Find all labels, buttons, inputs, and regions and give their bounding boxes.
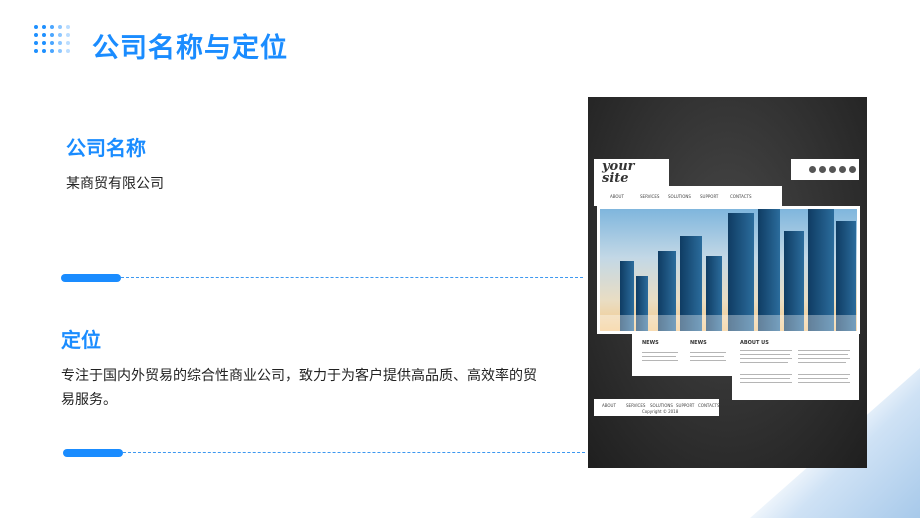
positioning-text: 专注于国内外贸易的综合性商业公司，致力于为客户提供高品质、高效率的贸 易服务。	[61, 364, 561, 412]
mockup-news-section: NEWS NEWS	[632, 334, 738, 376]
positioning-text-line-2: 易服务。	[61, 392, 117, 408]
mockup-hero-image	[597, 206, 860, 334]
positioning-heading: 定位	[61, 328, 101, 352]
positioning-text-line-1: 专注于国内外贸易的综合性商业公司，致力于为客户提供高品质、高效率的贸	[61, 368, 537, 384]
mockup-about-section: ABOUT US	[732, 334, 859, 400]
company-name-value: 某商贸有限公司	[66, 176, 164, 192]
company-name-heading: 公司名称	[66, 136, 146, 160]
website-mockup-image: your site ABOUT SERVICES SOLUTIONS SUPPO…	[588, 97, 867, 468]
mockup-footer-item: SERVICES	[626, 403, 646, 408]
mockup-footer-item: ABOUT	[602, 403, 616, 408]
mockup-footer: ABOUT SERVICES SOLUTIONS SUPPORT CONTACT…	[594, 399, 720, 416]
dots-grid-icon	[34, 25, 74, 59]
mockup-nav-item: SUPPORT	[700, 194, 719, 199]
mockup-copyright: Copyright © 2018	[642, 409, 679, 414]
mockup-news-heading: NEWS	[642, 340, 659, 346]
mockup-footer-item: SOLUTIONS	[650, 403, 673, 408]
mockup-logo-line-2: site	[602, 171, 629, 186]
section-divider-bottom	[63, 449, 585, 457]
mockup-about-heading: ABOUT US	[740, 340, 769, 346]
mockup-nav-item: ABOUT	[610, 194, 624, 199]
mockup-news-heading: NEWS	[690, 340, 707, 346]
mockup-footer-item: SUPPORT	[676, 403, 695, 408]
mockup-nav-item: SOLUTIONS	[668, 194, 691, 199]
mockup-nav: ABOUT SERVICES SOLUTIONS SUPPORT CONTACT…	[594, 186, 782, 206]
page-title: 公司名称与定位	[92, 33, 288, 64]
mockup-nav-item: CONTACTS	[730, 194, 752, 199]
mockup-nav-item: SERVICES	[640, 194, 660, 199]
mockup-footer-item: CONTACTS	[698, 403, 720, 408]
mockup-logo: your site	[594, 159, 669, 189]
mockup-social-icons	[791, 159, 859, 180]
section-divider	[61, 274, 583, 282]
